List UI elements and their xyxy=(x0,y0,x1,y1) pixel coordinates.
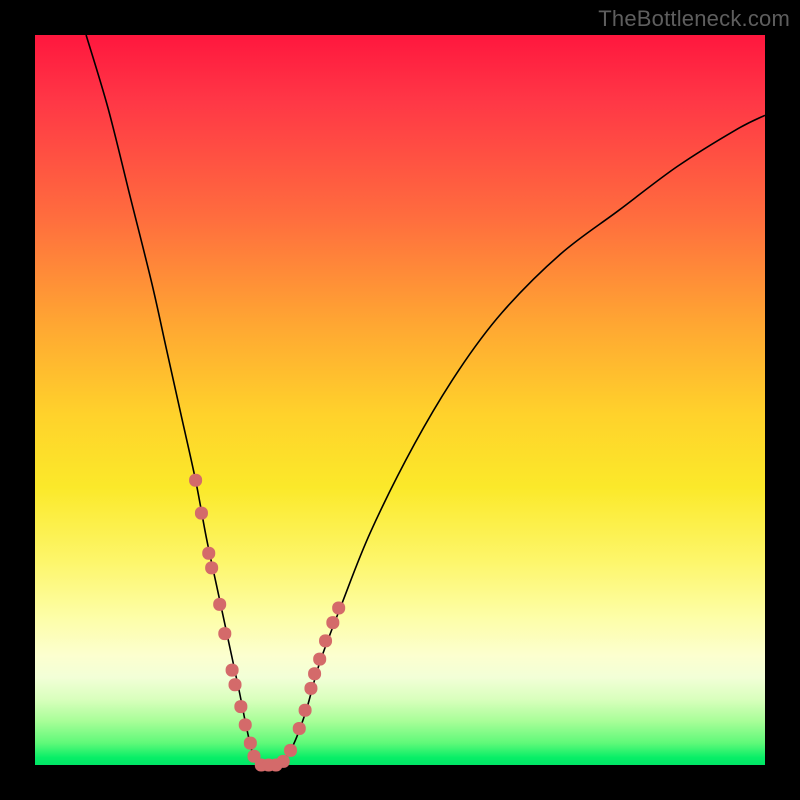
curve-marker xyxy=(319,634,332,647)
curve-marker xyxy=(195,507,208,520)
chart-frame: TheBottleneck.com xyxy=(0,0,800,800)
curve-marker xyxy=(304,682,317,695)
curve-marker xyxy=(213,598,226,611)
plot-area xyxy=(35,35,765,765)
curve-marker xyxy=(284,744,297,757)
curve-marker xyxy=(189,474,202,487)
curve-marker xyxy=(226,664,239,677)
curve-marker xyxy=(326,616,339,629)
marker-group xyxy=(189,474,345,772)
curve-marker xyxy=(332,602,345,615)
curve-marker xyxy=(293,722,306,735)
curve-marker xyxy=(218,627,231,640)
curve-marker xyxy=(244,737,257,750)
curve-marker xyxy=(308,667,321,680)
curve-marker xyxy=(239,718,252,731)
curve-marker xyxy=(202,547,215,560)
curve-marker xyxy=(313,653,326,666)
curve-svg xyxy=(35,35,765,765)
curve-marker xyxy=(234,700,247,713)
watermark-text: TheBottleneck.com xyxy=(598,6,790,32)
bottleneck-curve xyxy=(86,35,765,766)
curve-marker xyxy=(229,678,242,691)
curve-marker xyxy=(205,561,218,574)
curve-marker xyxy=(277,755,290,768)
curve-marker xyxy=(299,704,312,717)
